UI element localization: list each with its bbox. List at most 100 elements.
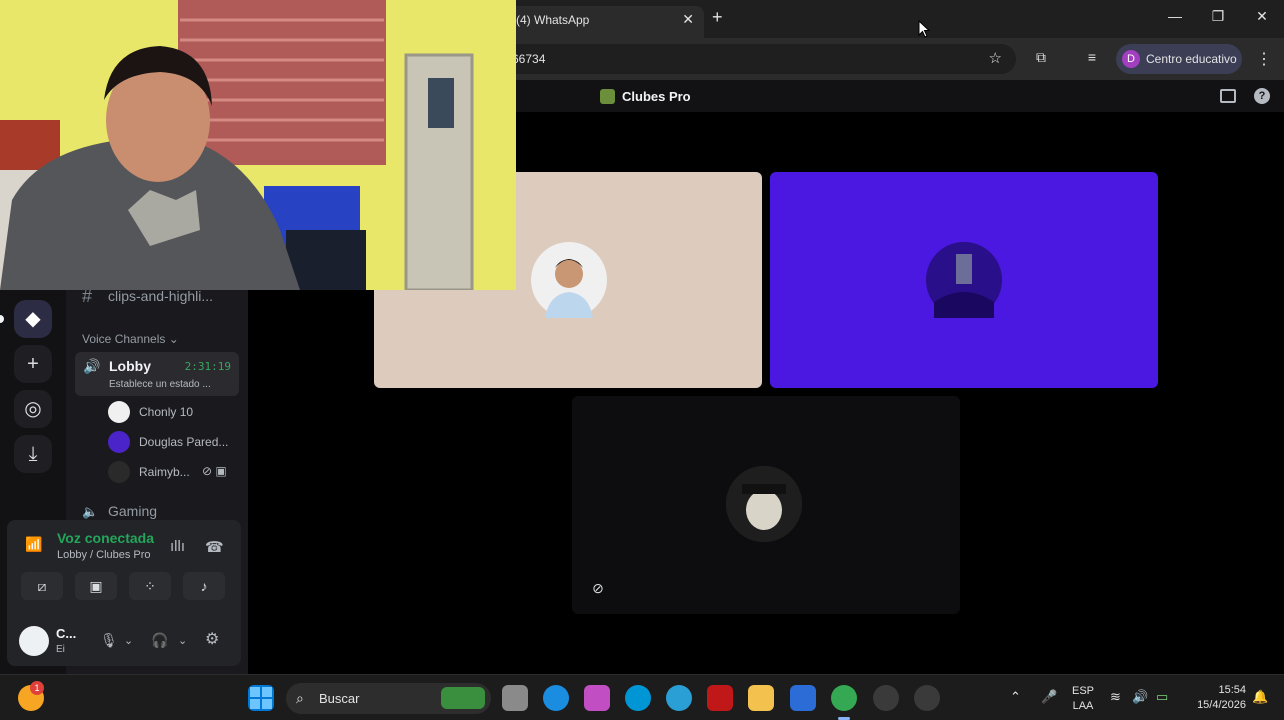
server-icon	[600, 89, 615, 104]
disconnect-icon[interactable]: ☎	[205, 538, 224, 556]
discover-icon[interactable]: ◎	[14, 390, 52, 428]
minimize-button[interactable]: —	[1160, 8, 1190, 24]
avatar	[108, 461, 130, 483]
voice-connected-subtitle[interactable]: Lobby / Clubes Pro	[57, 549, 151, 561]
muted-mic-icon: ⊘ ▣	[202, 464, 227, 478]
member-name: Raimyb...	[139, 465, 190, 479]
lobby-timer: 2:31:19	[184, 360, 231, 373]
microphone-icon[interactable]: 🎤	[1041, 689, 1057, 705]
noise-suppression-icon[interactable]: ıllı	[170, 538, 185, 555]
volume-icon[interactable]: 🔊	[1132, 689, 1148, 705]
search-icon: ⌕	[296, 690, 304, 706]
file-explorer-icon[interactable]	[748, 685, 774, 711]
notification-badge: 1	[30, 681, 44, 695]
chevron-up-icon[interactable]: ⌃	[1010, 689, 1021, 705]
weather-app-icon[interactable]	[666, 685, 692, 711]
speaker-icon: 🔊	[83, 358, 101, 374]
address-bar[interactable]: 66734 ☆	[500, 44, 1016, 74]
channel-label: clips-and-highli...	[108, 288, 214, 304]
avatar	[108, 431, 130, 453]
notifications-bell-icon[interactable]: 🔔	[1252, 689, 1268, 705]
microphone-icon[interactable]: 🎙	[100, 632, 118, 649]
avatar-portrait-icon	[545, 259, 593, 318]
windows-taskbar: 1 ⌕ Buscar ⌃ 🎤 ESP LAA ≋ 🔊 ▭ 15:54 15/4/…	[0, 674, 1284, 720]
extensions-icon[interactable]: ⧉	[1031, 49, 1051, 69]
user-name[interactable]: C...	[56, 626, 76, 641]
profile-name: Centro educativo	[1146, 52, 1237, 66]
browser-menu-icon[interactable]: ⋮	[1256, 49, 1272, 69]
avatar	[926, 242, 1002, 318]
profile-avatar: D	[1122, 50, 1140, 68]
chevron-down-icon[interactable]: ⌄	[124, 634, 133, 647]
input-language-top[interactable]: ESP	[1070, 685, 1096, 697]
active-server-pill	[0, 315, 4, 323]
add-server-icon[interactable]: +	[14, 345, 52, 383]
voice-connected-title[interactable]: Voz conectada	[57, 530, 154, 546]
avatar	[531, 242, 607, 318]
muted-mic-icon: ⊘	[592, 580, 604, 596]
user-status: Ei	[56, 644, 65, 655]
server-title: Clubes Pro	[622, 89, 691, 104]
member-name: Chonly 10	[139, 405, 194, 419]
soundboard-button[interactable]: ♪	[183, 572, 225, 600]
camera-off-button[interactable]: ⧄	[21, 572, 63, 600]
participant-tile[interactable]: ⊘	[572, 396, 960, 614]
search-placeholder: Buscar	[319, 691, 360, 706]
avatar-image-icon	[926, 242, 1002, 318]
lobby-status[interactable]: Establece un estado ...	[109, 379, 211, 390]
restore-button[interactable]: ❐	[1203, 8, 1233, 25]
chrome-icon[interactable]	[831, 685, 857, 711]
task-view-icon[interactable]	[502, 685, 528, 711]
voice-channel-lobby[interactable]: 🔊 Lobby 2:31:19 Establece un estado ...	[75, 352, 239, 396]
hp-icon[interactable]	[625, 685, 651, 711]
avatar	[108, 401, 130, 423]
signal-icon: 📶	[25, 536, 43, 552]
tab-whatsapp[interactable]: (4) WhatsApp ✕	[508, 6, 704, 38]
avatar[interactable]	[19, 626, 49, 656]
wifi-icon[interactable]: ≋	[1110, 689, 1121, 705]
url-text: 66734	[512, 52, 546, 66]
webcam-overlay	[0, 0, 516, 290]
settings-gear-icon[interactable]: ⚙	[205, 629, 219, 649]
chevron-down-icon: ⌄	[168, 332, 179, 346]
obs-icon[interactable]	[873, 685, 899, 711]
webcam-video	[0, 0, 516, 290]
server-clubes-pro[interactable]: ◆	[14, 300, 52, 338]
taskbar-search[interactable]: ⌕ Buscar	[286, 683, 491, 714]
avatar-mask-icon	[726, 466, 802, 542]
tab-close-icon[interactable]: ✕	[682, 11, 694, 28]
clock-time[interactable]: 15:54	[1186, 684, 1246, 696]
speaker-icon: 🔈	[82, 504, 99, 519]
participant-tile[interactable]	[770, 172, 1158, 388]
headphones-icon[interactable]: 🎧	[151, 632, 168, 649]
media-player-icon[interactable]	[914, 685, 940, 711]
battery-icon[interactable]: ▭	[1156, 689, 1168, 705]
member-name: Douglas Pared...	[139, 435, 229, 449]
category-voice-channels[interactable]: Voice Channels ⌄	[82, 332, 179, 346]
clock-date[interactable]: 15/4/2026	[1186, 699, 1246, 711]
media-control-icon[interactable]: ≡	[1082, 49, 1102, 69]
input-language-bottom[interactable]: LAA	[1070, 700, 1096, 712]
channel-label: Gaming	[108, 503, 158, 519]
new-tab-button[interactable]: +	[712, 7, 723, 28]
lobby-name: Lobby	[109, 358, 151, 374]
activities-button[interactable]: ⁘	[129, 572, 171, 600]
widgets-icon[interactable]: 1	[18, 681, 44, 711]
download-icon[interactable]: ⤓	[14, 435, 52, 473]
start-windows-icon[interactable]	[248, 685, 274, 711]
copilot-icon[interactable]	[584, 685, 610, 711]
edge-icon[interactable]	[543, 685, 569, 711]
mcafee-icon[interactable]	[707, 685, 733, 711]
category-label: Voice Channels	[82, 332, 166, 346]
search-highlight-image	[441, 687, 485, 709]
windows-logo-icon	[250, 687, 272, 709]
profile-button[interactable]: D Centro educativo	[1116, 44, 1242, 74]
microsoft-store-icon[interactable]	[790, 685, 816, 711]
bookmark-star-icon[interactable]: ☆	[989, 49, 1002, 67]
inbox-icon[interactable]	[1220, 89, 1236, 103]
tab-title: (4) WhatsApp	[516, 13, 590, 27]
close-window-button[interactable]: ✕	[1247, 8, 1277, 25]
screen-share-button[interactable]: ▣	[75, 572, 117, 600]
chevron-down-icon[interactable]: ⌄	[178, 634, 187, 647]
help-icon[interactable]: ?	[1254, 88, 1270, 104]
